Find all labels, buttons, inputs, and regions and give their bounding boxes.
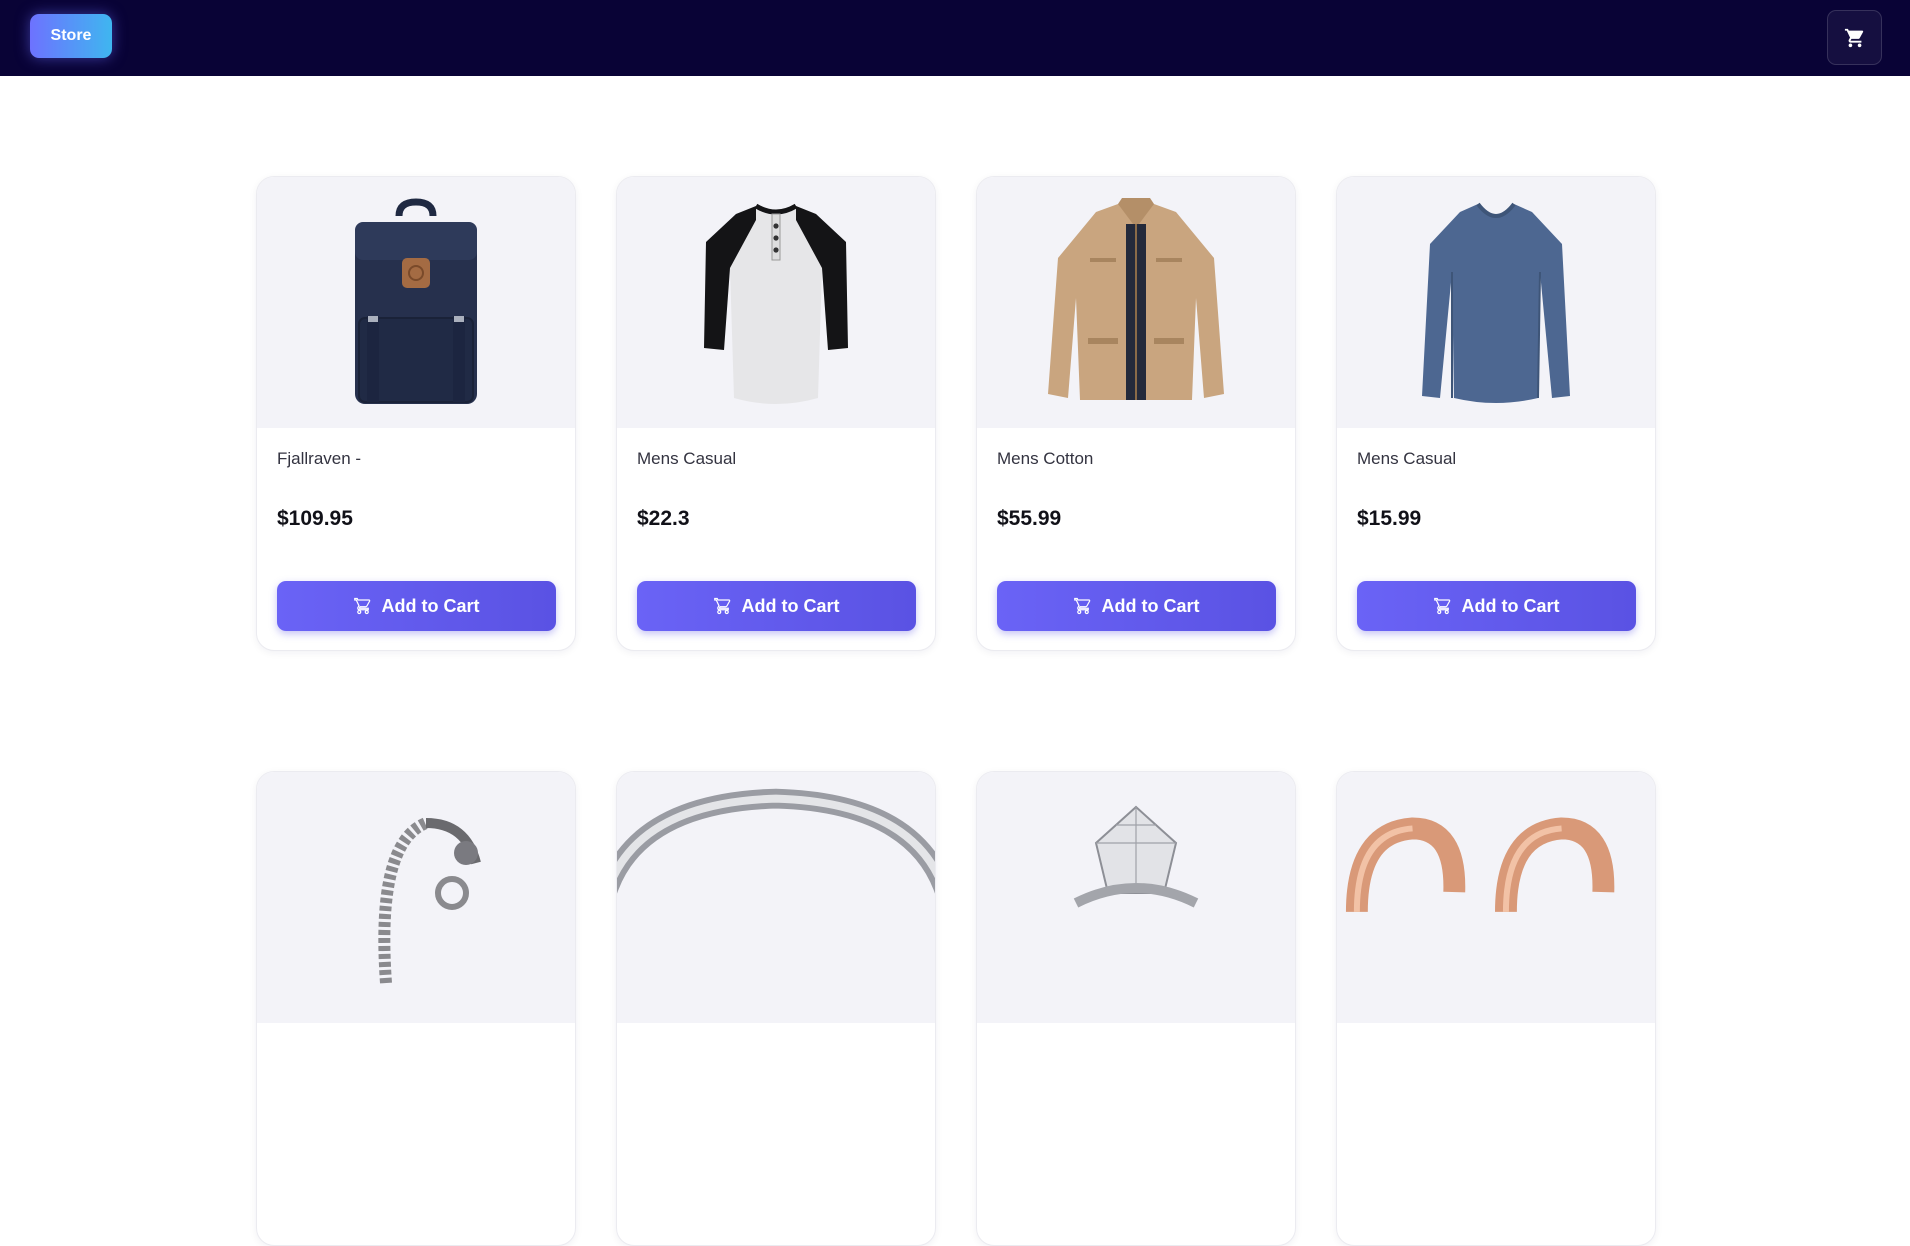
rose-gold-rings-image [1345,817,1615,913]
product-image[interactable] [617,772,935,1023]
cart-icon [1844,28,1863,47]
cart-icon [713,597,730,615]
add-to-cart-label: Add to Cart [741,595,840,616]
add-to-cart-label: Add to Cart [381,595,480,616]
product-image[interactable] [1337,772,1655,1023]
add-to-cart-button[interactable]: Add to Cart [997,581,1276,631]
product-card [256,771,576,1246]
raglan-tshirt-image [704,203,848,404]
product-card [976,771,1296,1246]
product-image[interactable] [257,772,575,1023]
cart-icon [1073,597,1090,615]
backpack-image [355,197,477,404]
diamond-ring-image [1073,805,1199,907]
product-card: Mens Casual $22.3 Add to Cart [616,176,936,651]
product-price: $55.99 [997,507,1062,530]
cart-icon [1433,597,1450,615]
product-price: $109.95 [277,507,353,530]
add-to-cart-button[interactable]: Add to Cart [1357,581,1636,631]
product-price: $22.3 [637,507,690,530]
cart-button[interactable] [1827,10,1882,65]
product-card: Fjallraven - $109.95 Add to Cart [256,176,576,651]
cart-icon [353,597,370,615]
add-to-cart-label: Add to Cart [1461,595,1560,616]
product-title: Mens Casual [637,449,737,468]
jacket-image [1048,197,1224,400]
long-sleeve-shirt-image [1422,202,1570,403]
store-home-button[interactable]: Store [30,14,112,58]
navbar: Store [0,0,1910,76]
product-title: Mens Cotton [997,449,1094,468]
product-image[interactable] [1337,177,1655,428]
product-image[interactable] [977,177,1295,428]
add-to-cart-button[interactable]: Add to Cart [277,581,556,631]
add-to-cart-label: Add to Cart [1101,595,1200,616]
product-image[interactable] [617,177,935,428]
product-price: $15.99 [1357,507,1422,530]
product-title: Fjallraven - [277,449,362,468]
product-image[interactable] [977,772,1295,1023]
add-to-cart-button[interactable]: Add to Cart [637,581,916,631]
product-image[interactable] [257,177,575,428]
product-title: Mens Casual [1357,449,1457,468]
chain-bracelet-image [378,816,481,983]
product-card: Mens Casual $15.99 Add to Cart [1336,176,1656,651]
ring-band-image [617,788,935,894]
product-card: Mens Cotton $55.99 Add to Cart [976,176,1296,651]
product-grid: Fjallraven - $109.95 Add to Cart Mens Ca… [256,176,1656,1246]
product-card [1336,771,1656,1246]
product-card [616,771,936,1246]
